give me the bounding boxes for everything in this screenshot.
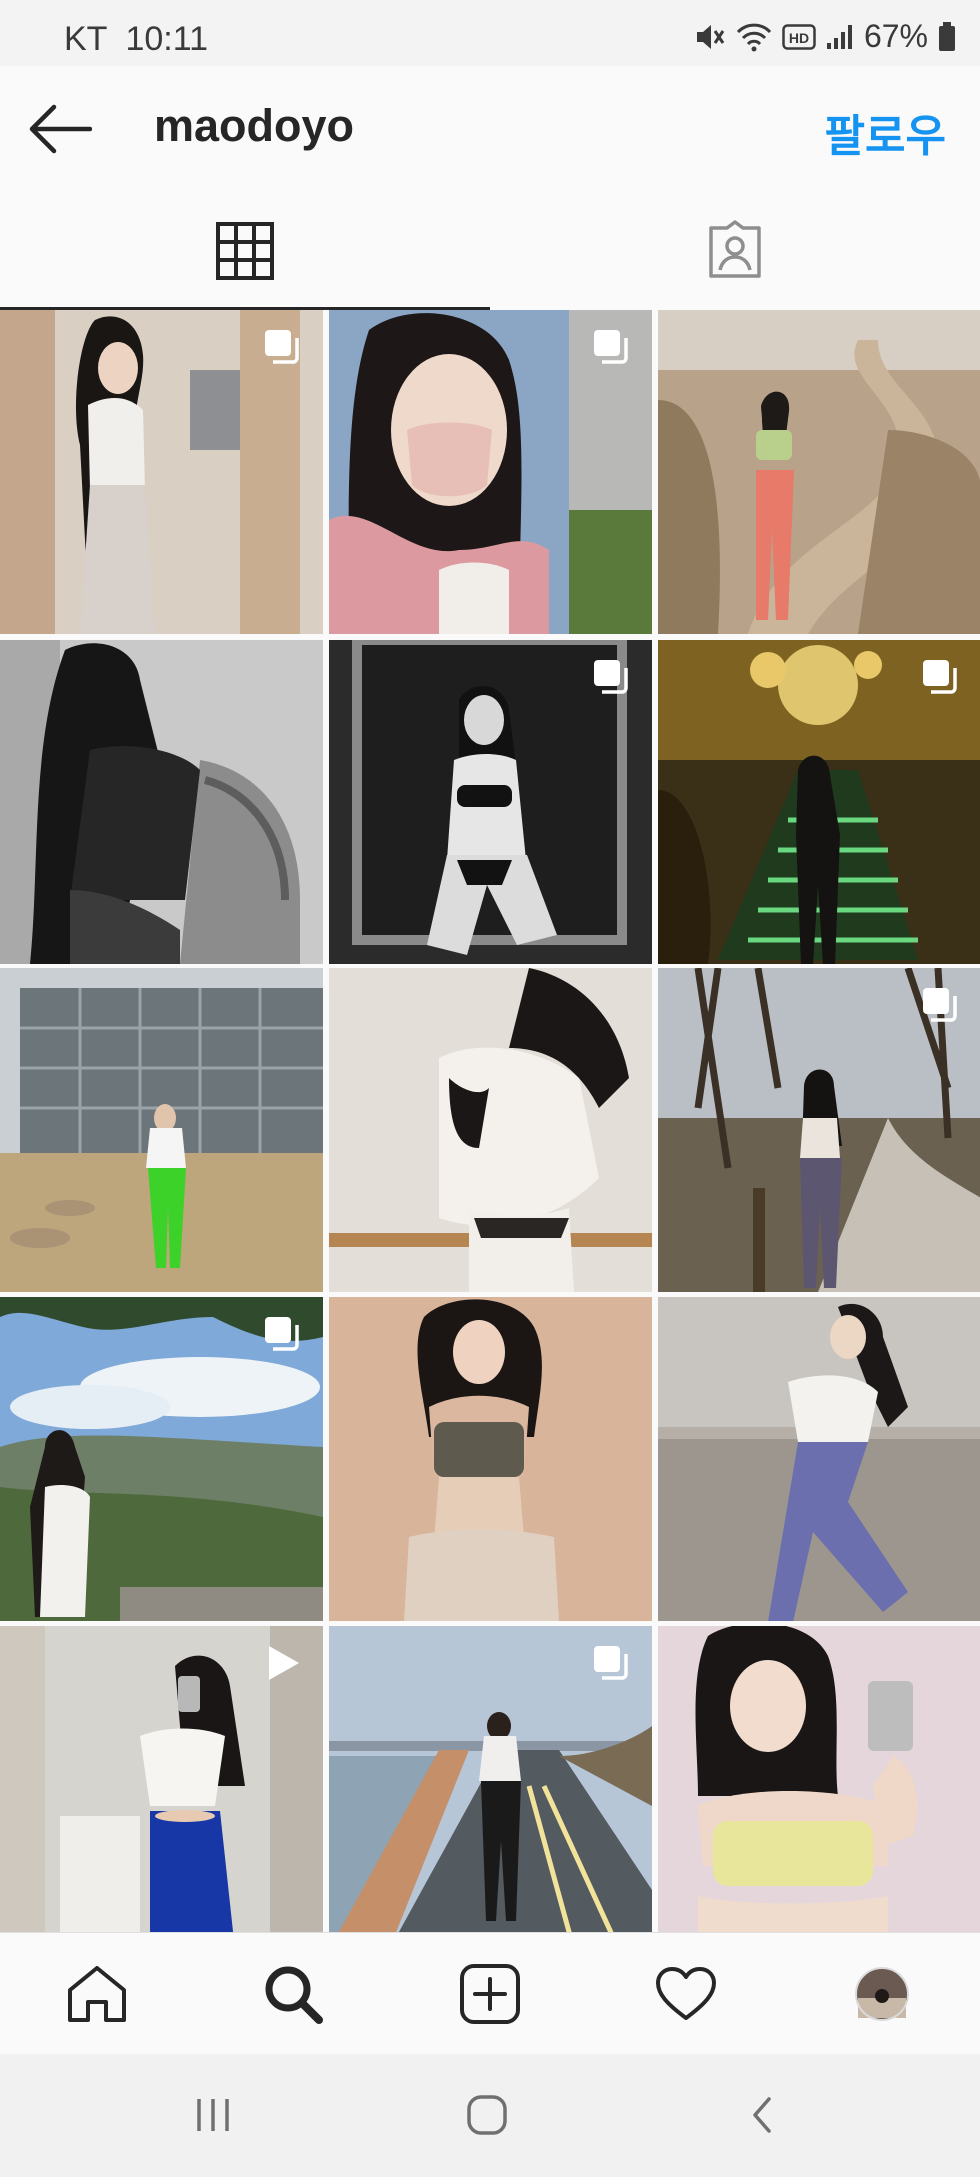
- post-photo: [329, 1297, 652, 1621]
- posts-grid: [0, 310, 980, 1932]
- add-post-icon: [460, 1964, 520, 2024]
- arrow-left-icon: [29, 104, 93, 154]
- multiple-photos-icon: [265, 1317, 299, 1351]
- recents-button[interactable]: [183, 2090, 243, 2140]
- wifi-icon: [736, 22, 772, 52]
- nav-search[interactable]: [258, 1961, 328, 2027]
- grid-icon: [216, 222, 274, 280]
- status-right: HD 67%: [694, 18, 956, 55]
- post-thumbnail[interactable]: [329, 1626, 652, 1932]
- system-back-button[interactable]: [732, 2090, 792, 2140]
- nav-home[interactable]: [62, 1961, 132, 2027]
- tagged-user-icon: [709, 220, 761, 278]
- search-icon: [265, 1966, 323, 2024]
- post-thumbnail[interactable]: [658, 640, 980, 964]
- battery-percent: 67%: [863, 18, 928, 54]
- post-photo: [658, 1297, 980, 1621]
- post-thumbnail[interactable]: [0, 1297, 323, 1621]
- multiple-photos-icon: [923, 988, 957, 1022]
- post-thumbnail[interactable]: [0, 1626, 323, 1932]
- hd-icon: HD: [782, 23, 816, 50]
- post-thumbnail[interactable]: [658, 1297, 980, 1621]
- profile-header: maodoyo 팔로우: [0, 66, 980, 192]
- profile-tabs: [0, 192, 980, 310]
- post-thumbnail[interactable]: [0, 640, 323, 964]
- multiple-photos-icon: [594, 660, 628, 694]
- home-circle-icon: [467, 2095, 507, 2135]
- multiple-photos-icon: [923, 660, 957, 694]
- svg-text:HD: HD: [789, 30, 809, 46]
- post-thumbnail[interactable]: [329, 640, 652, 964]
- post-thumbnail[interactable]: [0, 968, 323, 1292]
- recents-icon: [197, 2099, 229, 2131]
- follow-button[interactable]: 팔로우: [825, 100, 946, 164]
- back-button[interactable]: [28, 104, 93, 154]
- nav-profile[interactable]: [847, 1961, 917, 2027]
- video-icon: [269, 1646, 299, 1680]
- post-photo: [0, 640, 323, 964]
- post-photo: [329, 968, 652, 1292]
- post-thumbnail[interactable]: [658, 1626, 980, 1932]
- system-home-button[interactable]: [457, 2090, 517, 2140]
- multiple-photos-icon: [594, 1646, 628, 1680]
- post-photo: [0, 968, 323, 1292]
- multiple-photos-icon: [594, 330, 628, 364]
- battery-icon: [938, 21, 956, 52]
- nav-add-post[interactable]: [455, 1961, 525, 2027]
- clock: 10:11: [125, 20, 209, 58]
- system-nav-bar: [0, 2054, 980, 2177]
- bottom-nav: [0, 1932, 980, 2054]
- profile-username: maodoyo: [154, 100, 355, 151]
- post-photo: [658, 1626, 980, 1932]
- carrier-label: KT: [64, 20, 108, 58]
- heart-icon: [656, 1967, 716, 2020]
- signal-icon: [826, 23, 854, 51]
- status-bar: KT 10:11 HD 67%: [0, 0, 980, 66]
- nav-activity[interactable]: [651, 1961, 721, 2027]
- tab-tagged[interactable]: [490, 192, 980, 310]
- multiple-photos-icon: [265, 330, 299, 364]
- post-thumbnail[interactable]: [329, 968, 652, 1292]
- post-thumbnail[interactable]: [329, 1297, 652, 1621]
- post-thumbnail[interactable]: [658, 310, 980, 634]
- back-chevron-icon: [753, 2097, 771, 2133]
- profile-avatar: [855, 1967, 909, 2021]
- post-thumbnail[interactable]: [658, 968, 980, 1292]
- home-icon: [68, 1966, 126, 2022]
- post-photo: [658, 310, 980, 634]
- post-thumbnail[interactable]: [0, 310, 323, 634]
- status-left: KT 10:11: [64, 20, 208, 59]
- post-thumbnail[interactable]: [329, 310, 652, 634]
- tab-posts-grid[interactable]: [0, 192, 490, 310]
- mute-icon: [694, 22, 726, 52]
